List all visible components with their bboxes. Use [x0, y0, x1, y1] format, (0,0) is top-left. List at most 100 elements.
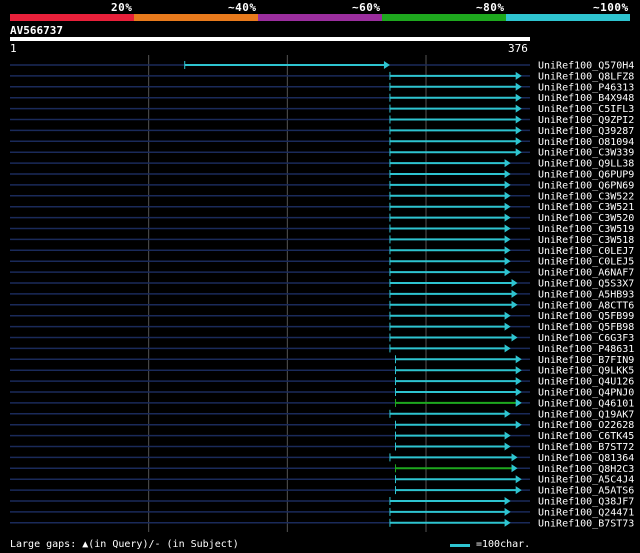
hit-arrow [504, 409, 511, 418]
hit-row: UniRef100_C0LEJ7 [10, 246, 634, 257]
hit-arrow [515, 148, 522, 157]
hit-row: UniRef100_C0LEJ5 [10, 257, 634, 268]
hit-arrow [515, 486, 522, 495]
hit-label: UniRef100_C3W518 [538, 235, 634, 246]
hit-label: UniRef100_Q39287 [538, 126, 634, 137]
hit-arrow [504, 518, 511, 527]
hit-row: UniRef100_Q5S3X7 [10, 279, 634, 290]
hit-label: UniRef100_Q5FB98 [538, 322, 634, 333]
hit-label: UniRef100_Q38JF7 [538, 497, 634, 508]
hit-row: UniRef100_Q46101 [10, 398, 634, 409]
hit-row: UniRef100_Q6PUP9 [10, 170, 634, 181]
hit-arrow [504, 268, 511, 277]
hit-label: UniRef100_Q6PN69 [538, 180, 634, 191]
hit-row: UniRef100_P46313 [10, 82, 634, 93]
hit-arrow [511, 464, 518, 473]
hit-label: UniRef100_Q46101 [538, 398, 634, 409]
hit-arrow [504, 202, 511, 211]
hit-row: UniRef100_C3W522 [10, 191, 634, 202]
hit-label: UniRef100_Q4PNJ0 [538, 388, 634, 399]
hit-label: UniRef100_Q4U126 [538, 377, 634, 388]
scale-bar [450, 544, 470, 547]
hit-label: UniRef100_A5HB93 [538, 289, 634, 300]
hit-arrow [515, 137, 522, 146]
hit-label: UniRef100_A6NAF7 [538, 268, 634, 279]
hit-row: UniRef100_C3W521 [10, 202, 634, 213]
hit-label: UniRef100_C0LEJ7 [538, 246, 634, 257]
hit-label: UniRef100_B7ST73 [538, 518, 634, 529]
hit-arrow [504, 322, 511, 331]
hit-arrow [504, 235, 511, 244]
hit-row: UniRef100_A8CTT6 [10, 300, 634, 311]
hit-row: UniRef100_B7ST72 [10, 442, 634, 453]
hit-label: UniRef100_Q8LFZ8 [538, 71, 634, 82]
hit-row: UniRef100_Q9ZPI2 [10, 115, 634, 126]
hit-row: UniRef100_A6NAF7 [10, 268, 634, 279]
hit-label: UniRef100_C3W339 [538, 148, 634, 159]
hit-row: UniRef100_Q19AK7 [10, 409, 634, 420]
hit-label: UniRef100_C6G3F3 [538, 333, 634, 344]
hit-row: UniRef100_C3W519 [10, 224, 634, 235]
hit-label: UniRef100_Q570H4 [538, 61, 634, 72]
hit-arrow [515, 366, 522, 375]
hit-arrow [515, 93, 522, 102]
hit-label: UniRef100_Q9LKK5 [538, 366, 634, 377]
hit-label: UniRef100_P48631 [538, 344, 634, 355]
hit-arrow [504, 344, 511, 353]
hit-label: UniRef100_Q5S3X7 [538, 279, 634, 290]
hit-label: UniRef100_B4X948 [538, 93, 634, 104]
hit-arrow [504, 224, 511, 233]
hit-row: UniRef100_C3W520 [10, 213, 634, 224]
hit-arrow [504, 170, 511, 178]
hit-row: UniRef100_Q24471 [10, 507, 634, 518]
scale-label: =100char. [476, 539, 531, 550]
hit-row: UniRef100_Q6PN69 [10, 180, 634, 191]
gaps-legend: Large gaps: ▲(in Query)/- (in Subject) [10, 539, 239, 550]
hit-label: UniRef100_C3W519 [538, 224, 634, 235]
hit-arrow [504, 191, 511, 200]
hit-label: UniRef100_B7ST72 [538, 442, 634, 453]
hit-arrow [515, 71, 522, 80]
hit-arrow [511, 300, 518, 309]
hit-label: UniRef100_Q19AK7 [538, 409, 634, 420]
hit-label: UniRef100_C3W520 [538, 213, 634, 224]
hit-arrow [504, 507, 511, 516]
hit-row: UniRef100_Q4PNJ0 [10, 388, 634, 399]
hit-row: UniRef100_C5IFL3 [10, 104, 634, 115]
hit-row: UniRef100_O81094 [10, 137, 634, 148]
alignment-plot: UniRef100_Q570H4UniRef100_Q8LFZ8UniRef10… [10, 55, 634, 532]
hit-arrow [515, 115, 522, 124]
hit-label: UniRef100_C5IFL3 [538, 104, 634, 115]
hit-arrow [511, 453, 518, 462]
hit-label: UniRef100_A5ATS6 [538, 486, 634, 497]
hit-label: UniRef100_Q9LL38 [538, 159, 634, 170]
hit-label: UniRef100_C3W521 [538, 202, 634, 213]
hit-arrow [515, 126, 522, 135]
hit-row: UniRef100_B7ST73 [10, 518, 634, 529]
hit-row: UniRef100_B4X948 [10, 93, 634, 104]
hit-row: UniRef100_B7FIN9 [10, 355, 634, 366]
hit-arrow [515, 388, 522, 396]
hit-label: UniRef100_Q24471 [538, 507, 634, 518]
hit-row: UniRef100_A5ATS6 [10, 486, 634, 497]
hit-row: UniRef100_O22628 [10, 420, 634, 431]
hit-label: UniRef100_Q9ZPI2 [538, 115, 634, 126]
hit-row: UniRef100_C3W518 [10, 235, 634, 246]
hit-arrow [504, 431, 511, 440]
hit-row: UniRef100_Q9LKK5 [10, 366, 634, 377]
hit-row: UniRef100_C3W339 [10, 148, 634, 159]
hit-row: UniRef100_Q81364 [10, 453, 634, 464]
hit-arrow [515, 398, 522, 407]
hit-arrow [511, 279, 518, 287]
hit-row: UniRef100_Q39287 [10, 126, 634, 137]
hit-arrow [515, 355, 522, 364]
hit-label: UniRef100_P46313 [538, 82, 634, 93]
hit-arrow [504, 159, 511, 168]
hit-arrow [504, 213, 511, 222]
hit-row: UniRef100_P48631 [10, 344, 634, 355]
hit-label: UniRef100_C0LEJ5 [538, 257, 634, 268]
hit-arrow [515, 104, 522, 113]
hit-arrow [504, 497, 511, 505]
hit-row: UniRef100_Q8H2C3 [10, 464, 634, 475]
hit-label: UniRef100_C6TK45 [538, 431, 634, 442]
